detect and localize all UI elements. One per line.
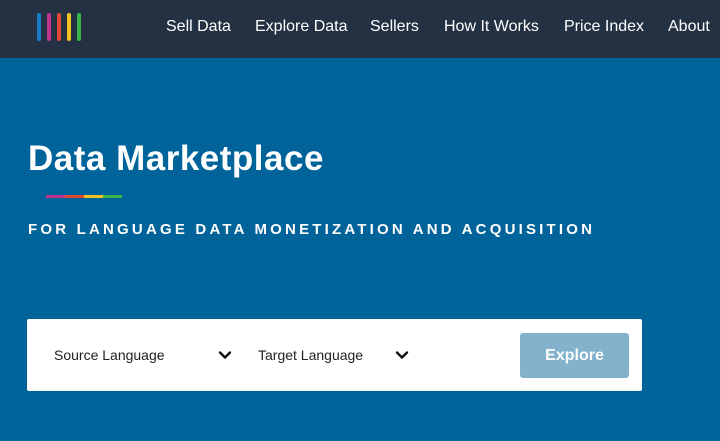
nav-link-explore-data[interactable]: Explore Data xyxy=(255,17,348,37)
nav-link-sell-data[interactable]: Sell Data xyxy=(166,17,231,37)
chevron-down-icon xyxy=(395,351,409,359)
title-underline xyxy=(46,195,122,198)
underline-segment xyxy=(65,195,84,198)
target-language-label: Target Language xyxy=(258,347,364,363)
main-nav: Sell Data Explore Data Sellers How It Wo… xyxy=(0,0,720,58)
nav-link-how-it-works[interactable]: How It Works xyxy=(444,17,539,37)
source-language-label: Source Language xyxy=(54,347,165,363)
underline-segment xyxy=(103,195,122,198)
target-language-select[interactable]: Target Language xyxy=(258,343,413,367)
page-subtitle: FOR LANGUAGE DATA MONETIZATION AND ACQUI… xyxy=(28,221,596,238)
nav-link-price-index[interactable]: Price Index xyxy=(564,17,644,37)
nav-link-sellers[interactable]: Sellers xyxy=(370,17,419,37)
page-title: Data Marketplace xyxy=(28,139,324,178)
search-panel: Source Language Target Language Explore xyxy=(27,319,642,391)
underline-segment xyxy=(84,195,103,198)
explore-button[interactable]: Explore xyxy=(520,333,629,378)
underline-segment xyxy=(46,195,65,198)
chevron-down-icon xyxy=(218,351,232,359)
source-language-select[interactable]: Source Language xyxy=(54,343,234,367)
nav-link-about[interactable]: About xyxy=(668,17,710,37)
top-navbar: Sell Data Explore Data Sellers How It Wo… xyxy=(0,0,720,58)
